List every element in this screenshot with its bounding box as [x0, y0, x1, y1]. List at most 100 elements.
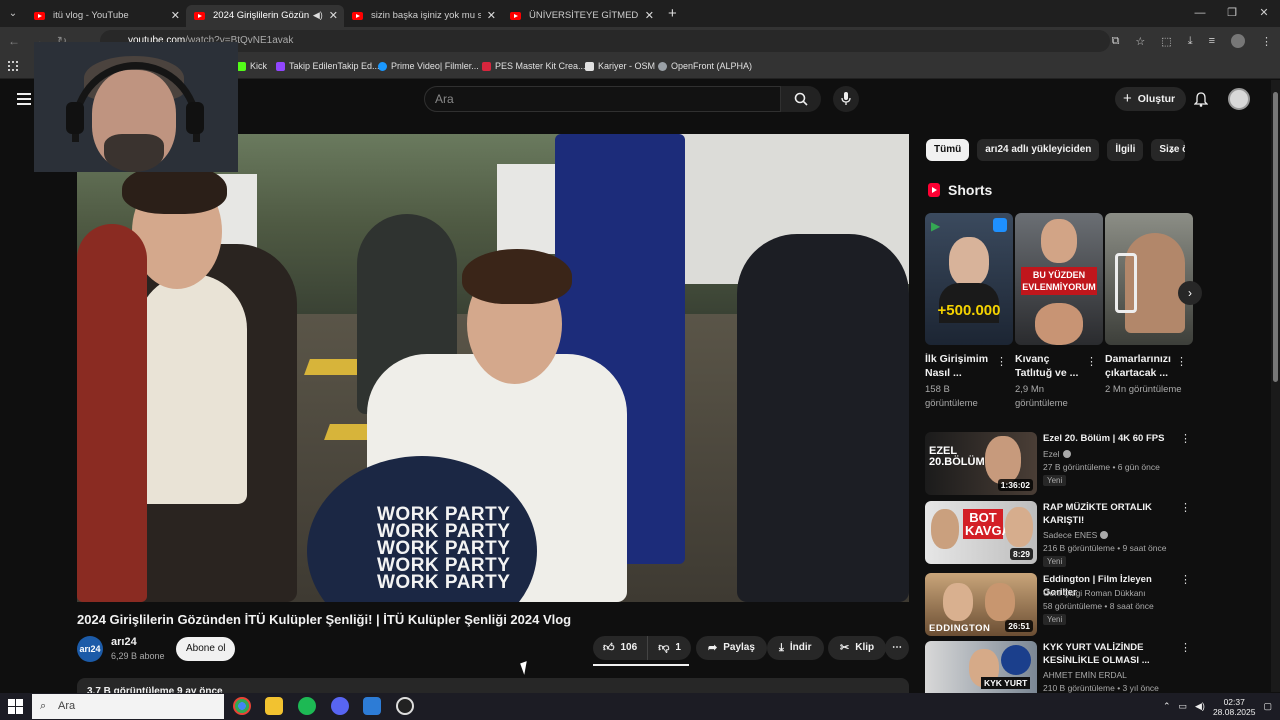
search-input[interactable]: Ara — [424, 86, 781, 112]
apps-grid-icon[interactable] — [8, 61, 18, 71]
dislike-button[interactable]: 👎︎ 1 — [648, 636, 691, 660]
reading-list-icon[interactable]: ≡ — [1209, 35, 1215, 47]
bookmark-item[interactable]: Prime Video| Filmler... — [378, 61, 479, 71]
minimize-icon[interactable]: — — [1184, 0, 1216, 27]
profile-avatar[interactable] — [1231, 34, 1245, 48]
channel-avatar[interactable]: arı24 — [77, 636, 103, 662]
chip-for-you[interactable]: Size ö — [1151, 139, 1186, 161]
recommended-video[interactable]: KYK YURT KYK YURT VALİZİNDE KESİNLİKLE O… — [925, 641, 1195, 693]
close-tab-icon[interactable]: ✕ — [645, 9, 654, 22]
system-tray: ⌃ ▭ ◀) 02:37 28.08.2025 ▢ — [1163, 693, 1272, 720]
channel-name[interactable]: arı24 — [111, 636, 137, 648]
verified-check-icon — [1100, 531, 1109, 539]
more-vertical-icon[interactable]: ⋮ — [1176, 355, 1187, 368]
browser-tab[interactable]: itü vlog - YouTube ✕ — [26, 5, 186, 27]
restore-icon[interactable]: ❐ — [1216, 0, 1248, 27]
taskbar-clock[interactable]: 02:37 28.08.2025 — [1213, 697, 1256, 717]
bookmark-item[interactable]: Kariyer - OSM — [585, 61, 655, 71]
shorts-next-chevron-icon[interactable]: › — [1178, 281, 1202, 305]
more-vertical-icon[interactable]: ⋮ — [1180, 501, 1191, 514]
scrollbar-thumb[interactable] — [1273, 92, 1278, 382]
short-title: İlk Girişimim Nasıl ... — [925, 353, 989, 379]
video-person-hair — [462, 249, 572, 304]
voice-search-button[interactable] — [833, 86, 859, 112]
account-avatar[interactable] — [1228, 88, 1250, 110]
video-player[interactable]: WORK PARTY WORK PARTY WORK PARTY WORK PA… — [77, 134, 909, 602]
discord-icon[interactable] — [331, 697, 349, 715]
bookmark-star-icon[interactable]: ☆ — [1135, 35, 1145, 48]
install-app-icon[interactable]: ⧉ — [1112, 35, 1120, 48]
more-vertical-icon[interactable]: ⋮ — [1180, 641, 1191, 654]
create-button[interactable]: + Oluştur — [1115, 87, 1187, 111]
subscriber-count: 6,29 B abone — [111, 651, 165, 661]
file-explorer-icon[interactable] — [265, 697, 283, 715]
bookmark-item[interactable]: OpenFront (ALPHA) — [658, 61, 752, 71]
search-button[interactable] — [781, 86, 821, 112]
bookmark-item[interactable]: PES Master Kit Crea... — [482, 61, 586, 71]
more-vertical-icon[interactable]: ⋮ — [1180, 573, 1191, 586]
url-field[interactable]: youtube.com/watch?v=BtQvNE1avak — [100, 30, 1110, 52]
tab-search-chevron-icon[interactable]: ⌄ — [0, 0, 26, 27]
recommended-video[interactable]: EDDINGTON 26:51 Eddington | Film İzleyen… — [925, 573, 1195, 637]
thumbs-up-icon: 👍︎ — [603, 642, 615, 654]
like-button[interactable]: 👍︎ 106 — [593, 636, 649, 660]
windows-start-icon[interactable] — [8, 699, 23, 714]
chip-related[interactable]: İlgili — [1107, 139, 1144, 161]
page-icon — [585, 61, 594, 71]
close-tab-icon[interactable]: ✕ — [329, 9, 338, 22]
shorts-header: Shorts — [928, 182, 992, 198]
more-actions-button[interactable]: ⋯ — [885, 636, 909, 660]
youtube-favicon-icon — [352, 11, 363, 20]
notifications-icon[interactable]: ▢ — [1263, 701, 1272, 712]
back-arrow-icon[interactable]: ← — [2, 34, 26, 48]
short-card[interactable]: Damarlarınızı çıkartacak ... 2 Mn görünt… — [1105, 213, 1193, 397]
share-button[interactable]: ➦ Paylaş — [696, 636, 767, 660]
twitch-icon — [276, 61, 285, 71]
extensions-puzzle-icon[interactable]: ⬚ — [1161, 35, 1171, 48]
close-window-icon[interactable]: ✕ — [1248, 0, 1280, 27]
menu-hamburger-icon[interactable] — [17, 93, 31, 105]
spotify-icon[interactable] — [298, 697, 316, 715]
obs-icon[interactable] — [396, 697, 414, 715]
recommended-title: Ezel 20. Bölüm | 4K 60 FPS — [1043, 433, 1165, 444]
more-vertical-icon[interactable]: ⋮ — [996, 355, 1007, 368]
short-card[interactable]: BU YÜZDEN EVLENMİYORUM Kıvanç Tatlıtuğ v… — [1015, 213, 1103, 411]
thumb-face — [1005, 507, 1033, 547]
youtube-favicon-icon — [194, 11, 205, 20]
mouse-cursor-icon — [520, 661, 531, 675]
browser-tab[interactable]: sizin başka işiniz yok mu serge ✕ — [344, 5, 502, 27]
tray-chevron-up-icon[interactable]: ⌃ — [1163, 701, 1171, 712]
recommended-video[interactable]: EZEL 20.BÖLÜM 1:36:02 Ezel 20. Bölüm | 4… — [925, 432, 1195, 496]
chevron-right-icon[interactable]: › — [1170, 142, 1174, 157]
subscribe-button[interactable]: Abone ol — [176, 637, 236, 661]
clip-button[interactable]: ✂ Klip — [828, 636, 887, 660]
close-tab-icon[interactable]: ✕ — [487, 9, 496, 22]
volume-icon[interactable]: ◀) — [1195, 701, 1205, 712]
browser-tab-active[interactable]: 2024 Girişlilerin Gözünden İ ◀) ✕ — [186, 4, 344, 27]
chip-all[interactable]: Tümü — [926, 139, 970, 161]
downloads-icon[interactable]: ⤓ — [1188, 35, 1193, 48]
new-tab-plus-icon[interactable]: + — [668, 5, 677, 22]
share-label: Paylaş — [723, 642, 755, 653]
network-icon[interactable]: ▭ — [1179, 701, 1188, 712]
chip-from-uploader[interactable]: arı24 adlı yükleyiciden — [977, 139, 1100, 161]
more-vertical-icon[interactable]: ⋮ — [1086, 355, 1097, 368]
shorts-title: Shorts — [948, 182, 993, 198]
more-vertical-icon[interactable]: ⋮ — [1180, 432, 1191, 445]
notifications-bell-icon[interactable] — [1192, 90, 1210, 108]
short-card[interactable]: +500.000 ▶ İlk Girişimim Nasıl ... 158 B… — [925, 213, 1013, 411]
chrome-icon[interactable] — [233, 697, 251, 715]
bookmark-item[interactable]: Takip EdilenTakip Ed... — [276, 61, 380, 71]
browser-menu-icon[interactable]: ⋮ — [1261, 35, 1272, 48]
download-button[interactable]: ⤓ İndir — [767, 636, 824, 660]
audio-playing-icon[interactable]: ◀) — [313, 10, 323, 21]
short-thumbnail: BU YÜZDEN EVLENMİYORUM — [1015, 213, 1103, 345]
page-scrollbar[interactable] — [1271, 80, 1280, 692]
app-window-icon[interactable] — [363, 697, 381, 715]
browser-tab[interactable]: ÜNİVERSİTEYE GİTMEDEN ÖNC ✕ — [502, 5, 660, 27]
taskbar-search-input[interactable]: ⌕ Ara — [32, 694, 224, 719]
close-tab-icon[interactable]: ✕ — [171, 9, 180, 22]
bookmark-item[interactable]: Kick — [237, 61, 267, 71]
play-store-icon: ▶ — [931, 219, 941, 233]
recommended-video[interactable]: BOT KAVGASI 8:29 RAP MÜZİKTE ORTALIK KAR… — [925, 501, 1195, 567]
